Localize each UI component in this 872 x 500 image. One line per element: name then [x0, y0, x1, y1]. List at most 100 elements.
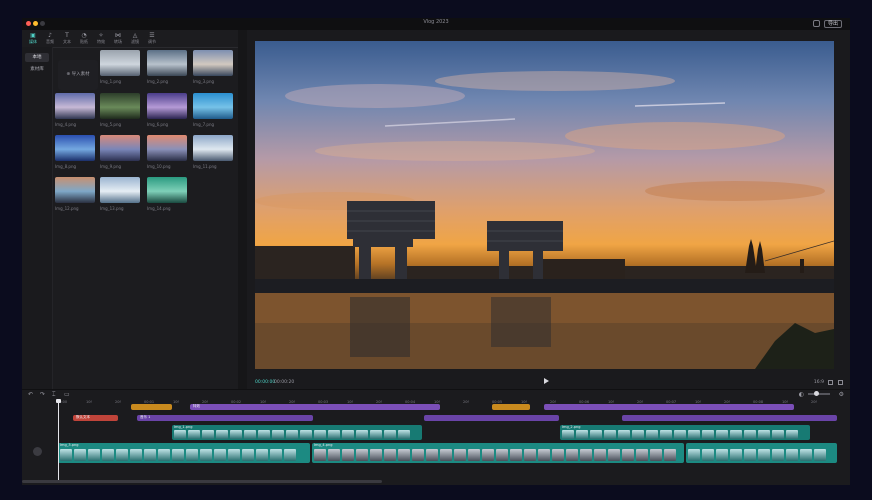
film-frame [758, 430, 770, 439]
overlay-clip[interactable] [172, 425, 422, 440]
sticker-clip[interactable] [131, 404, 172, 410]
film-frame [144, 449, 156, 461]
film-frame [608, 449, 620, 461]
tab-filter[interactable]: ◬ 滤镜 [127, 32, 143, 46]
main-clip[interactable] [58, 443, 310, 463]
overlay-clip-2[interactable] [560, 425, 810, 440]
media-thumbnail[interactable] [55, 135, 95, 161]
timeline-toolbar: ↶ ↷ ⌶ ▭ [22, 390, 850, 400]
film-frame [594, 449, 606, 461]
media-thumbnail[interactable] [100, 135, 140, 161]
ruler-tick-label: 10f [173, 400, 179, 404]
ruler-tick-label: 20f [463, 400, 469, 404]
horizontal-scrollbar[interactable] [22, 480, 382, 483]
main-clip-label: Img_3.png [60, 443, 79, 447]
thumbnail-label: Img_3.png [193, 79, 215, 84]
tab-adjust[interactable]: ☰ 调节 [144, 32, 160, 46]
split-icon[interactable]: ⌶ [52, 392, 56, 398]
settings-icon[interactable]: ⚙ [839, 391, 844, 398]
media-thumbnail[interactable] [55, 93, 95, 119]
redo-icon[interactable]: ↷ [40, 392, 45, 398]
preview-panel: 00:00:00 00:00:20 16:9 [247, 30, 850, 396]
sidebar-item-library[interactable]: 素材库 [25, 65, 49, 74]
tab-transition[interactable]: ⋈ 转场 [110, 32, 126, 46]
crop-icon[interactable] [828, 380, 833, 385]
media-thumbnail[interactable] [55, 177, 95, 203]
tab-effects[interactable]: ✧ 特效 [93, 32, 109, 46]
film-frame [664, 449, 676, 461]
film-frame [186, 449, 198, 461]
film-frame [730, 449, 742, 461]
film-frame [426, 449, 438, 461]
film-frame [284, 449, 296, 461]
tab-audio[interactable]: ♪ 音频 [42, 32, 58, 46]
sidebar-item-local[interactable]: 本地 [25, 53, 49, 62]
media-thumbnail[interactable] [100, 177, 140, 203]
media-thumbnail[interactable] [147, 135, 187, 161]
overlay-clip-label: Img_1.png [174, 425, 193, 429]
cover-button[interactable] [33, 447, 42, 456]
tab-sticker[interactable]: ◔ 贴纸 [76, 32, 92, 46]
film-frame [702, 449, 714, 461]
media-thumbnail[interactable] [147, 177, 187, 203]
film-frame [314, 449, 326, 461]
media-thumbnail[interactable] [147, 93, 187, 119]
import-button[interactable]: ⊕ 导入素材 [58, 60, 98, 90]
preview-video[interactable] [255, 41, 834, 369]
thumbnail-label: Img_4.png [55, 122, 77, 127]
app-window: Vlog 2023 导出 ▣ 媒体 ♪ 音频 T 文本 ◔ 贴纸 ✧ 特效 ⋈ 转场 ◬ 滤镜 ☰ 调节 本地… [22, 18, 850, 485]
film-frame [130, 449, 142, 461]
effect-clip-2[interactable] [544, 404, 794, 410]
film-frame [370, 449, 382, 461]
music-clip-2[interactable] [424, 415, 559, 421]
film-frame [580, 449, 592, 461]
aspect-ratio[interactable]: 16:9 [814, 380, 824, 385]
music-clip-3[interactable] [622, 415, 837, 421]
film-frame [158, 449, 170, 461]
timeline-panel: ↶ ↷ ⌶ ▭ ◐ ⚙ 00:00 10f 20f 00:01 10f 20f 00:02 10f 2… [22, 389, 850, 485]
snap-icon[interactable]: ◐ [799, 391, 804, 398]
media-thumbnail[interactable] [100, 50, 140, 76]
layout-icon[interactable] [813, 20, 820, 27]
tab-label: 音频 [46, 39, 54, 44]
film-frame [744, 430, 756, 439]
playhead[interactable] [56, 399, 61, 483]
main-clip-2[interactable] [312, 443, 684, 463]
fullscreen-icon[interactable] [838, 380, 843, 385]
media-thumbnail[interactable] [147, 50, 187, 76]
film-frame [286, 430, 298, 439]
text-clip[interactable]: 默认文本 [73, 415, 118, 421]
effect-clip[interactable]: 特效 [190, 404, 440, 410]
media-thumbnail[interactable] [193, 135, 233, 161]
sticker-clip-2[interactable] [492, 404, 530, 410]
undo-icon[interactable]: ↶ [28, 392, 33, 398]
contrail [634, 102, 726, 107]
cloud [645, 181, 825, 201]
reflection [350, 297, 410, 357]
thumbnail-label: Img_6.png [147, 122, 169, 127]
film-frame [228, 449, 240, 461]
media-sidebar: 本地 素材库 [22, 47, 53, 396]
zoom-slider[interactable] [808, 391, 830, 396]
ruler-tick-label: 20f [811, 400, 817, 404]
film-frame [172, 449, 184, 461]
tab-media[interactable]: ▣ 媒体 [25, 32, 41, 46]
export-button[interactable]: 导出 [823, 20, 842, 28]
film-frame [688, 430, 700, 439]
cloud [315, 141, 595, 161]
zoom-knob[interactable] [814, 391, 819, 396]
film-frame [604, 430, 616, 439]
film-frame [590, 430, 602, 439]
bridge-cable [764, 240, 834, 262]
tab-text[interactable]: T 文本 [59, 32, 75, 46]
adjust-icon: ☰ [149, 32, 155, 39]
overlay-clip-2-label: Img_2.png [562, 425, 581, 429]
contrail [384, 118, 516, 127]
media-thumbnail[interactable] [193, 50, 233, 76]
media-thumbnail[interactable] [193, 93, 233, 119]
music-clip[interactable]: 音乐 1 [137, 415, 313, 421]
delete-icon[interactable]: ▭ [64, 392, 70, 398]
media-thumbnail[interactable] [100, 93, 140, 119]
main-clip-3[interactable] [686, 443, 837, 463]
play-icon[interactable] [544, 378, 549, 384]
